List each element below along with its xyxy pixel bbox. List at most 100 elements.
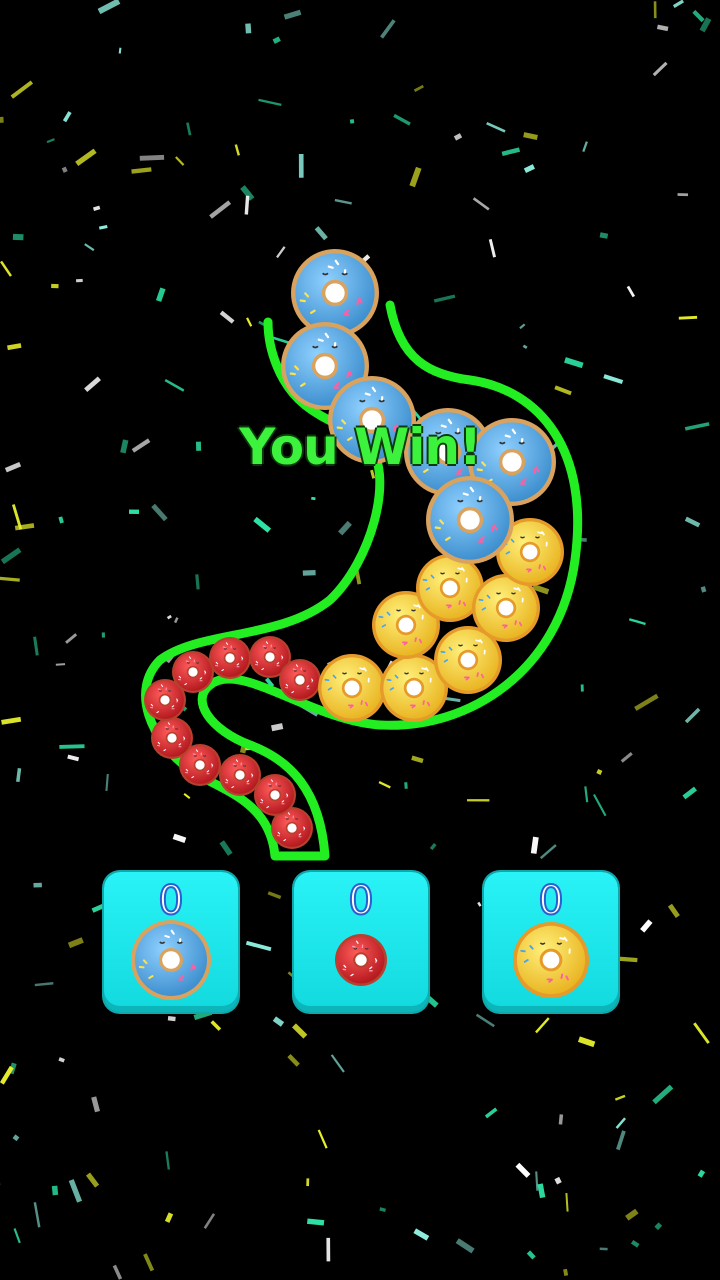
confetti-piece bbox=[155, 287, 166, 302]
confetti-piece bbox=[0, 116, 4, 124]
confetti-piece bbox=[175, 156, 185, 166]
confetti-piece bbox=[677, 193, 689, 197]
confetti-piece bbox=[477, 901, 482, 907]
confetti-piece bbox=[599, 1247, 608, 1251]
confetti-piece bbox=[563, 1268, 569, 1276]
confetti-piece bbox=[272, 1016, 285, 1027]
confetti-piece bbox=[75, 148, 97, 167]
confetti-piece bbox=[59, 744, 85, 749]
confetti-piece bbox=[98, 224, 108, 230]
confetti-piece bbox=[55, 663, 66, 666]
confetti-piece bbox=[272, 36, 281, 44]
confetti-piece bbox=[131, 167, 152, 174]
confetti-piece bbox=[101, 632, 106, 638]
confetti-piece bbox=[317, 1129, 328, 1149]
confetti-piece bbox=[46, 138, 55, 144]
red-donut bbox=[209, 637, 251, 679]
confetti-piece bbox=[640, 919, 653, 933]
confetti-piece bbox=[692, 9, 705, 23]
confetti-piece bbox=[92, 205, 101, 212]
confetti-piece bbox=[326, 1237, 331, 1262]
confetti-piece bbox=[554, 385, 572, 396]
confetti-piece bbox=[33, 882, 42, 888]
confetti-piece bbox=[267, 891, 282, 900]
confetti-piece bbox=[245, 940, 272, 952]
confetti-piece bbox=[466, 799, 490, 802]
confetti-piece bbox=[628, 618, 646, 626]
confetti-piece bbox=[693, 1022, 710, 1044]
confetti-piece bbox=[599, 232, 609, 239]
confetti-piece bbox=[105, 773, 109, 791]
confetti-piece bbox=[311, 496, 316, 501]
confetti-piece bbox=[593, 794, 607, 817]
confetti-piece bbox=[61, 166, 68, 173]
confetti-piece bbox=[91, 1096, 101, 1113]
confetti-piece bbox=[564, 357, 584, 369]
counter-value-yellow: 0 bbox=[537, 877, 564, 925]
confetti-piece bbox=[378, 781, 391, 789]
confetti-piece bbox=[577, 1036, 596, 1048]
confetti-piece bbox=[535, 1017, 550, 1034]
confetti-piece bbox=[245, 23, 252, 34]
confetti-piece bbox=[501, 147, 521, 157]
confetti-piece bbox=[219, 840, 233, 856]
confetti-piece bbox=[302, 570, 316, 576]
confetti-piece bbox=[7, 343, 22, 351]
confetti-piece bbox=[166, 614, 172, 620]
confetti-piece bbox=[165, 1151, 170, 1170]
confetti-piece bbox=[1, 716, 22, 725]
yellow-donut bbox=[318, 654, 386, 722]
confetti-piece bbox=[13, 1228, 21, 1244]
confetti-piece bbox=[684, 516, 701, 528]
confetti-piece bbox=[33, 636, 39, 656]
confetti-piece bbox=[306, 1178, 310, 1187]
confetti-piece bbox=[246, 317, 253, 327]
yellow-donut bbox=[513, 922, 589, 998]
confetti-piece bbox=[84, 243, 95, 252]
confetti-piece bbox=[654, 1222, 663, 1231]
confetti-piece bbox=[151, 503, 168, 522]
confetti-piece bbox=[68, 1179, 83, 1203]
confetti-piece bbox=[65, 633, 78, 644]
confetti-piece bbox=[0, 547, 22, 565]
confetti-piece bbox=[62, 111, 72, 123]
confetti-piece bbox=[330, 1054, 345, 1073]
confetti-piece bbox=[580, 684, 584, 692]
confetti-piece bbox=[523, 132, 538, 140]
confetti-piece bbox=[338, 520, 352, 536]
confetti-piece bbox=[16, 768, 22, 783]
confetti-piece bbox=[164, 378, 185, 392]
confetti-piece bbox=[554, 1176, 562, 1185]
confetti-piece bbox=[97, 0, 121, 15]
confetti-piece bbox=[413, 1228, 430, 1241]
confetti-piece bbox=[271, 723, 284, 732]
confetti-piece bbox=[334, 198, 352, 205]
confetti-piece bbox=[614, 1094, 626, 1101]
confetti-piece bbox=[537, 1183, 546, 1199]
counter-card-blue[interactable]: 0 bbox=[104, 872, 238, 1012]
confetti-piece bbox=[475, 1013, 495, 1028]
confetti-piece bbox=[67, 754, 80, 762]
confetti-piece bbox=[411, 755, 424, 764]
confetti-piece bbox=[620, 752, 633, 763]
confetti-piece bbox=[183, 792, 191, 800]
confetti-piece bbox=[58, 516, 64, 524]
confetti-piece bbox=[453, 133, 463, 141]
confetti-layer bbox=[0, 0, 712, 1280]
confetti-piece bbox=[539, 844, 557, 860]
confetti-piece bbox=[615, 1117, 626, 1129]
confetti-piece bbox=[234, 144, 240, 156]
confetti-piece bbox=[76, 278, 83, 283]
confetti-piece bbox=[616, 1130, 626, 1151]
confetti-piece bbox=[167, 1016, 176, 1022]
confetti-piece bbox=[298, 153, 304, 178]
counter-value-red: 0 bbox=[347, 877, 374, 925]
win-message: You Win! bbox=[239, 418, 482, 476]
confetti-piece bbox=[445, 696, 461, 703]
counter-card-red[interactable]: 0 bbox=[294, 872, 428, 1012]
confetti-piece bbox=[34, 982, 54, 987]
red-donut bbox=[279, 659, 321, 701]
counter-card-yellow[interactable]: 0 bbox=[484, 872, 618, 1012]
confetti-piece bbox=[379, 1207, 386, 1212]
confetti-piece bbox=[51, 283, 59, 289]
